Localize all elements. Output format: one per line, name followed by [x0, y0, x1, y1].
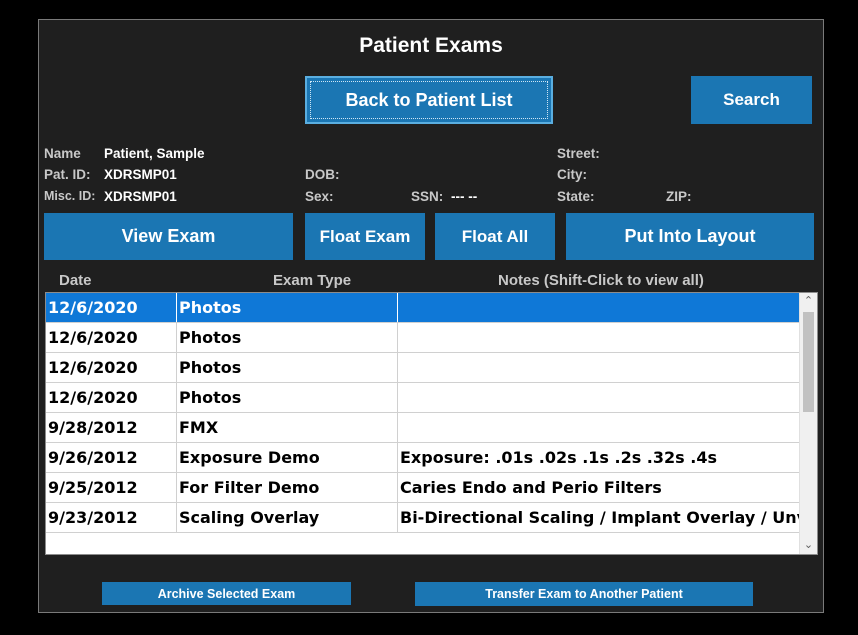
- cell-exam-type: Photos: [177, 323, 398, 352]
- back-to-patient-list-button[interactable]: Back to Patient List: [305, 76, 553, 124]
- cell-exam-type: Scaling Overlay: [177, 503, 398, 532]
- table-row[interactable]: 12/6/2020 Photos: [46, 383, 799, 413]
- cell-date: 9/23/2012: [46, 503, 177, 532]
- city-label: City:: [557, 167, 587, 182]
- state-label: State:: [557, 189, 595, 204]
- cell-exam-type: Exposure Demo: [177, 443, 398, 472]
- cell-date: 12/6/2020: [46, 323, 177, 352]
- chevron-up-icon[interactable]: ⌃: [800, 293, 817, 310]
- column-header-notes[interactable]: Notes (Shift-Click to view all): [498, 272, 704, 289]
- table-row[interactable]: 12/6/2020 Photos: [46, 323, 799, 353]
- cell-notes: [398, 383, 799, 412]
- cell-date: 9/28/2012: [46, 413, 177, 442]
- exam-list[interactable]: 12/6/2020 Photos 12/6/2020 Photos 12/6/2020 P…: [45, 292, 818, 555]
- table-row[interactable]: 12/6/2020 Photos: [46, 353, 799, 383]
- sex-label: Sex:: [305, 189, 334, 204]
- table-row[interactable]: 9/23/2012 Scaling Overlay Bi-Directional S…: [46, 503, 799, 533]
- cell-date: 9/26/2012: [46, 443, 177, 472]
- misc-id-label: Misc. ID:: [44, 189, 96, 203]
- cell-notes: [398, 353, 799, 382]
- float-exam-button[interactable]: Float Exam: [305, 213, 425, 260]
- exam-rows: 12/6/2020 Photos 12/6/2020 Photos 12/6/2020 P…: [46, 293, 799, 533]
- ssn-label: SSN:: [411, 189, 444, 204]
- table-row[interactable]: 9/28/2012 FMX: [46, 413, 799, 443]
- cell-exam-type: FMX: [177, 413, 398, 442]
- archive-selected-exam-button[interactable]: Archive Selected Exam: [102, 582, 351, 605]
- dob-label: DOB:: [305, 167, 340, 182]
- column-header-date[interactable]: Date: [59, 272, 92, 289]
- patient-name: Patient, Sample: [104, 146, 205, 161]
- name-label: Name: [44, 146, 81, 161]
- misc-id-value: XDRSMP01: [104, 189, 177, 204]
- window-title: Patient Exams: [359, 34, 503, 57]
- cell-notes: Exposure: .01s .02s .1s .2s .32s .4s: [400, 448, 717, 467]
- cell-notes: Bi-Directional Scaling / Implant Overlay…: [400, 508, 799, 527]
- cell-exam-type: Photos: [177, 293, 398, 322]
- scrollbar-thumb[interactable]: [803, 312, 814, 412]
- view-exam-button[interactable]: View Exam: [44, 213, 293, 260]
- cell-notes: Caries Endo and Perio Filters: [400, 478, 662, 497]
- cell-exam-type: Photos: [177, 383, 398, 412]
- table-row[interactable]: 9/26/2012 Exposure Demo Exposure: .01s .02…: [46, 443, 799, 473]
- pat-id-label: Pat. ID:: [44, 167, 91, 182]
- float-all-button[interactable]: Float All: [435, 213, 555, 260]
- cell-date: 12/6/2020: [46, 353, 177, 382]
- table-row[interactable]: 12/6/2020 Photos: [46, 293, 799, 323]
- patient-exams-window: Patient Exams Back to Patient List Searc…: [38, 19, 824, 613]
- table-row[interactable]: 9/25/2012 For Filter Demo Caries Endo and …: [46, 473, 799, 503]
- transfer-exam-button[interactable]: Transfer Exam to Another Patient: [415, 582, 753, 606]
- cell-notes: [398, 293, 799, 322]
- search-button[interactable]: Search: [691, 76, 812, 124]
- cell-date: 9/25/2012: [46, 473, 177, 502]
- cell-date: 12/6/2020: [46, 293, 177, 322]
- vertical-scrollbar[interactable]: ⌃ ⌄: [799, 293, 817, 554]
- column-header-exam-type[interactable]: Exam Type: [273, 272, 351, 289]
- put-into-layout-button[interactable]: Put Into Layout: [566, 213, 814, 260]
- cell-exam-type: Photos: [177, 353, 398, 382]
- chevron-down-icon[interactable]: ⌄: [800, 537, 817, 554]
- cell-exam-type: For Filter Demo: [177, 473, 398, 502]
- cell-date: 12/6/2020: [46, 383, 177, 412]
- cell-notes: [398, 323, 799, 352]
- ssn-value: --- --: [451, 189, 478, 204]
- cell-notes: [398, 413, 799, 442]
- zip-label: ZIP:: [666, 189, 692, 204]
- focus-ring: [310, 81, 548, 119]
- pat-id-value: XDRSMP01: [104, 167, 177, 182]
- street-label: Street:: [557, 146, 600, 161]
